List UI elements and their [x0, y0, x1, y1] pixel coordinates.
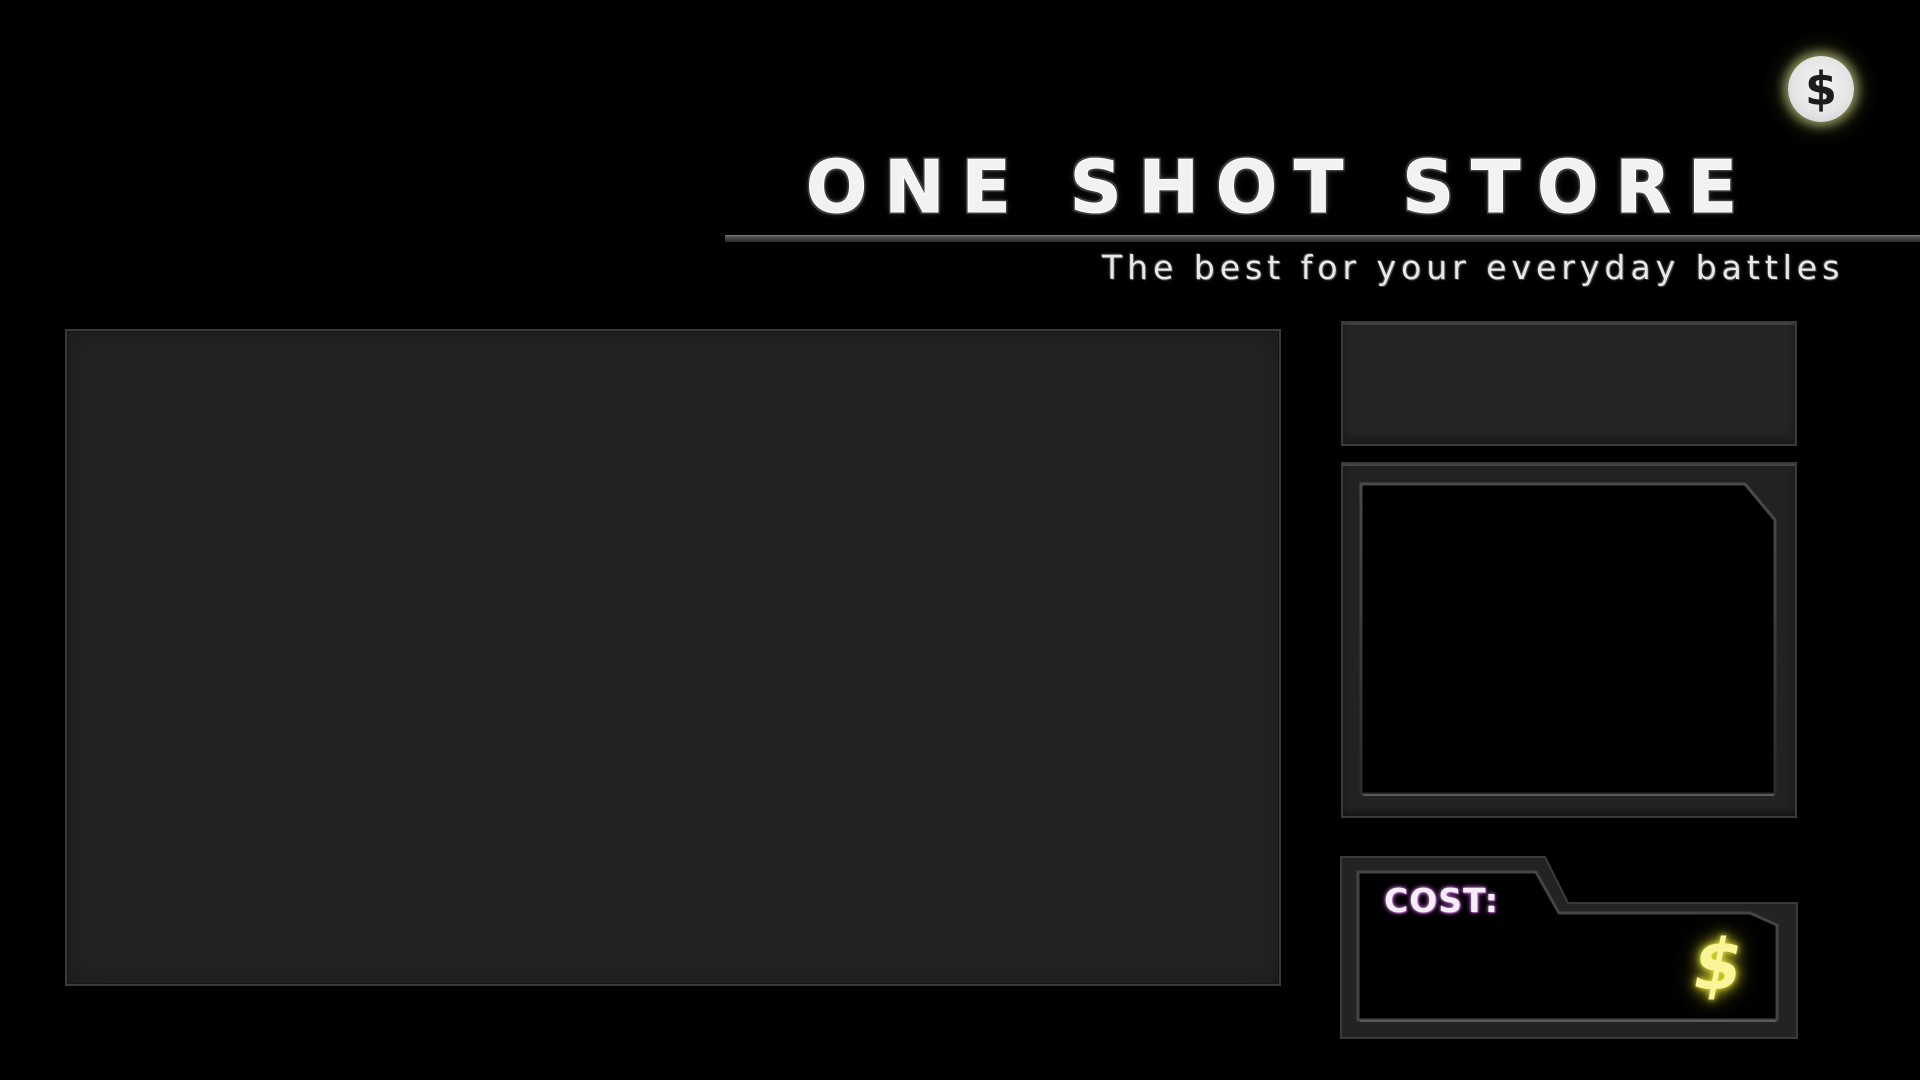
item-name-panel	[1341, 321, 1797, 446]
store-title: ONE SHOT STORE	[806, 145, 1755, 230]
cost-panel: COST: $	[1340, 855, 1798, 1040]
cost-label: COST:	[1384, 881, 1499, 920]
title-divider	[725, 235, 1920, 242]
item-preview-panel	[1341, 462, 1797, 818]
dollar-icon: $	[1693, 924, 1743, 1006]
item-grid-panel[interactable]	[65, 329, 1281, 986]
item-preview-frame	[1359, 482, 1777, 796]
currency-button[interactable]: $	[1788, 56, 1854, 122]
store-tagline: The best for your everyday battles	[1102, 248, 1845, 287]
dollar-coin-icon: $	[1804, 62, 1837, 116]
